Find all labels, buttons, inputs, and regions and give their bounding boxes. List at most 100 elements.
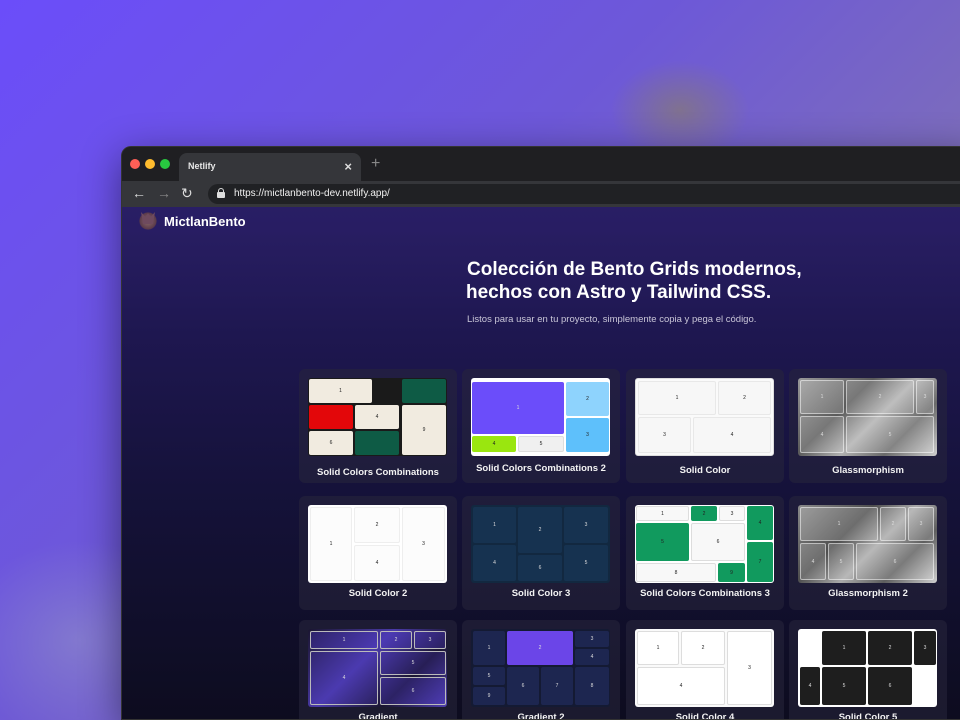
card-solid-color[interactable]: 1 2 3 4 Solid Color: [626, 369, 784, 483]
card-gradient[interactable]: 1 2 3 4 5 6 Gradient: [299, 620, 457, 720]
card-title: Solid Color 3: [511, 588, 571, 599]
grid-cell: 3: [908, 507, 934, 541]
grid-cell: 9: [402, 405, 446, 455]
new-tab-button[interactable]: +: [371, 155, 380, 173]
grid-cell: 2: [868, 631, 912, 665]
arrow-right-icon[interactable]: →: [157, 185, 171, 201]
page-viewport: MictlanBento Colección de Bento Grids mo…: [122, 207, 960, 719]
grid-cell: 2: [518, 507, 562, 553]
grid-cell: 4: [473, 545, 516, 581]
grid-cell: 5: [636, 523, 689, 561]
card-title: Glassmorphism 2: [828, 588, 908, 599]
arrow-left-icon[interactable]: ←: [132, 185, 146, 201]
grid-cell: 2: [507, 631, 573, 665]
grid-cell: 6: [507, 667, 539, 705]
logo-icon[interactable]: [138, 210, 158, 230]
grid-cell: 3: [402, 507, 445, 581]
grid-cell: 5: [518, 436, 564, 452]
grid-cell: 4: [310, 651, 378, 705]
card-title: Gradient: [358, 712, 398, 720]
grid-cell: 3: [564, 507, 608, 543]
card-solid-color-3[interactable]: 1 2 3 4 5 6 Solid Color 3: [462, 496, 620, 610]
lock-icon: [217, 188, 225, 198]
grid-cell: [402, 379, 446, 403]
card-preview: 1 2 3 4: [635, 629, 774, 707]
grid-cell: 2: [380, 631, 412, 649]
grid-cell: 4: [354, 545, 400, 581]
grid-cell: 3: [916, 380, 934, 414]
grid-cell: 2: [566, 382, 609, 416]
grid-cell: 4: [800, 543, 826, 580]
grid-cell: 6: [691, 523, 745, 561]
grid-cell: 7: [541, 667, 573, 705]
grid-cell: 4: [800, 667, 820, 705]
grid-cell: 4: [355, 405, 399, 429]
grid-cell: 6: [868, 667, 912, 705]
card-preview: 1 2 3 4 5 6 7 8 9: [635, 505, 774, 583]
grid-cell: 3: [575, 631, 609, 647]
address-bar: ← → ↻ https://mictlanbento-dev.netlify.a…: [122, 181, 960, 207]
card-title: Solid Colors Combinations 2: [476, 463, 606, 474]
card-preview: 1 2 4 3: [308, 505, 447, 583]
grid-cell: 2: [880, 507, 906, 541]
card-solid-color-2[interactable]: 1 2 4 3 Solid Color 2: [299, 496, 457, 610]
grid-cell: 2: [691, 506, 717, 521]
grid-cell: 1: [310, 507, 352, 581]
card-gradient-2[interactable]: 1 2 3 4 5 9 6 7 8 Gradient 2: [462, 620, 620, 719]
grid-cell: 2: [681, 631, 725, 665]
card-solid-color-4[interactable]: 1 2 3 4 Solid Color 4: [626, 620, 784, 720]
card-solid-colors-combinations-3[interactable]: 1 2 3 4 5 6 7 8 9 Solid Colors Combinati…: [626, 496, 784, 610]
grid-cell: 3: [638, 417, 691, 453]
hero-title: Colección de Bento Grids modernos, hecho…: [122, 258, 960, 304]
grid-cell: 2: [354, 507, 400, 543]
card-title: Solid Colors Combinations: [317, 467, 439, 478]
card-solid-colors-combinations-2[interactable]: 1 2 3 4 5 Solid Colors Combinations 2: [462, 369, 620, 483]
card-title: Solid Color 5: [838, 712, 898, 720]
card-preview: 1 4 9 6: [308, 378, 447, 456]
card-glassmorphism-2[interactable]: 1 2 3 4 5 6 Glassmorphism 2: [789, 496, 947, 610]
minimize-window-button[interactable]: [145, 159, 155, 169]
card-solid-colors-combinations[interactable]: 1 4 9 6 Solid Colors Combinations: [299, 369, 457, 483]
reload-icon[interactable]: ↻: [181, 185, 193, 202]
hero-line-1: Colección de Bento Grids modernos,: [467, 259, 802, 280]
grid-cell: [309, 405, 353, 429]
hero-subtitle: Listos para usar en tu proyecto, simplem…: [467, 314, 757, 325]
grid-cell: 8: [636, 563, 716, 582]
grid-cell: 4: [800, 416, 844, 453]
grid-cell: [355, 431, 399, 455]
grid-cell: 5: [380, 651, 446, 675]
grid-cell: 4: [472, 436, 516, 452]
card-glassmorphism[interactable]: 1 2 3 4 5 Glassmorphism: [789, 369, 947, 483]
grid-cell: 1: [636, 506, 689, 521]
grid-cell: 9: [473, 687, 505, 705]
grid-cell: 6: [380, 677, 446, 705]
grid-cell: 1: [310, 631, 378, 649]
grid-cell: 6: [518, 555, 562, 581]
card-preview: 1 2 3 4 5 6: [798, 629, 937, 707]
tab-close-icon[interactable]: ×: [344, 159, 352, 174]
card-preview: 1 2 3 4 5: [471, 378, 610, 456]
grid-cell: 5: [828, 543, 854, 580]
grid-cell: 1: [800, 380, 844, 414]
card-preview: 1 2 3 4 5 6: [798, 505, 937, 583]
maximize-window-button[interactable]: [160, 159, 170, 169]
grid-cell: 3: [727, 631, 772, 705]
grid-cell: 1: [800, 507, 878, 541]
card-preview: 1 2 3 4: [635, 378, 774, 456]
browser-tab[interactable]: Netlify ×: [179, 153, 361, 181]
grid-cell: 1: [822, 631, 866, 665]
background-glow: [610, 60, 750, 160]
close-window-button[interactable]: [130, 159, 140, 169]
hero-line-2: hechos con Astro y Tailwind CSS.: [466, 282, 772, 303]
card-solid-color-5[interactable]: 1 2 3 4 5 6 Solid Color 5: [789, 620, 947, 720]
grid-cell: 9: [718, 563, 745, 582]
url-field[interactable]: https://mictlanbento-dev.netlify.app/: [208, 184, 960, 204]
card-preview: 1 2 3 4 5 6: [471, 505, 610, 583]
grid-cell: 6: [856, 543, 934, 580]
grid-cell: 1: [309, 379, 372, 403]
grid-cell: 5: [473, 667, 505, 685]
grid-cell: 4: [693, 417, 771, 453]
card-preview: 1 2 3 4 5: [798, 378, 937, 456]
card-title: Solid Color 4: [675, 712, 735, 720]
site-name[interactable]: MictlanBento: [164, 214, 246, 229]
